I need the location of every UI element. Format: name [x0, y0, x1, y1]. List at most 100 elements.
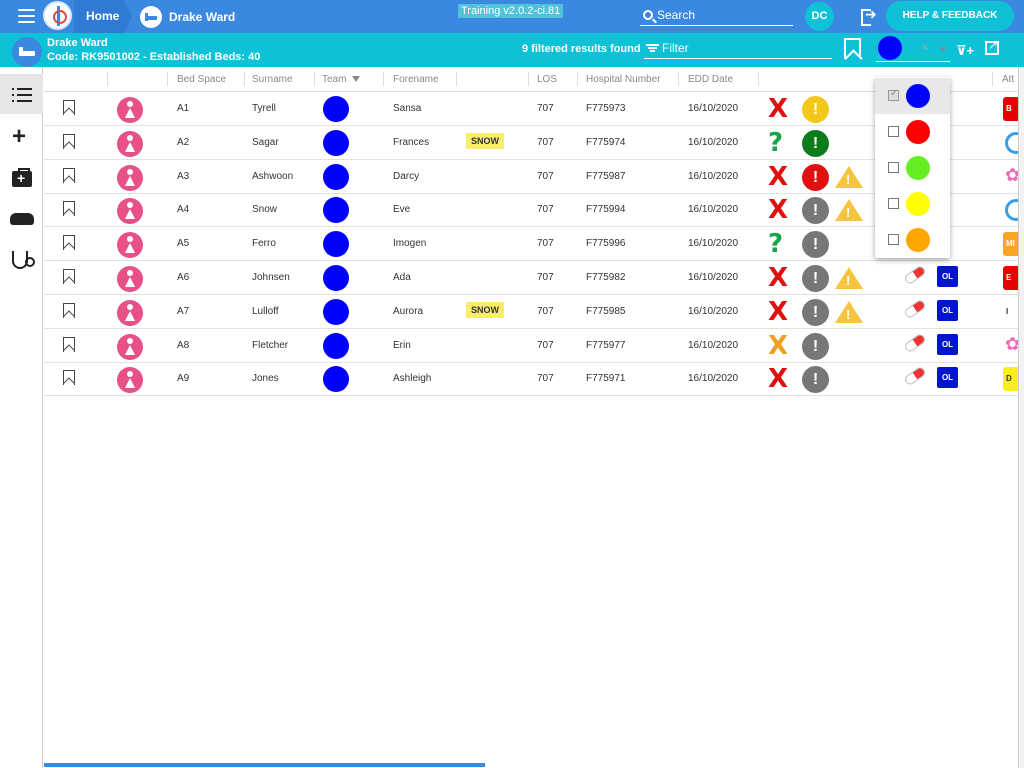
team-select[interactable]: × [876, 35, 950, 62]
col-team[interactable]: Team [322, 74, 361, 85]
col-attention[interactable]: Att [1002, 74, 1014, 85]
col-team-label: Team [322, 74, 347, 85]
medication-pill-icon[interactable] [903, 332, 927, 353]
checkbox[interactable] [888, 88, 899, 101]
status-mark-icon: X [768, 94, 789, 124]
ol-badge[interactable]: OL [937, 333, 958, 355]
bed-space: A2 [177, 136, 190, 148]
bookmark-icon[interactable] [63, 201, 75, 217]
team-option[interactable] [875, 114, 950, 150]
table-row[interactable]: A4 Snow Eve 707 F775994 16/10/2020 X!! [44, 193, 1024, 228]
edd-date: 16/10/2020 [688, 272, 739, 283]
ol-badge[interactable]: OL [937, 299, 958, 321]
user-avatar[interactable]: DC [805, 2, 834, 31]
side-navigation: + [0, 67, 43, 768]
nav-patient-list[interactable] [0, 74, 43, 114]
col-los[interactable]: LOS [537, 74, 557, 85]
filter-input[interactable]: Filter [644, 38, 832, 59]
add-filter-icon[interactable]: ⊽+ [956, 43, 978, 58]
alert-icon[interactable]: ! [802, 366, 829, 394]
bookmark-filter-icon[interactable] [844, 38, 861, 59]
forename: Eve [393, 204, 411, 216]
checkbox[interactable] [888, 198, 899, 209]
medication-pill-icon[interactable] [903, 298, 927, 320]
col-bed-space[interactable]: Bed Space [177, 74, 226, 85]
table-row[interactable]: A7 Lulloff Aurora SNOW 707 F775985 16/10/2020 X… [44, 295, 1020, 329]
open-external-icon[interactable] [985, 38, 999, 55]
edd-date: 16/10/2020 [688, 339, 739, 351]
alert-icon[interactable]: ! [802, 96, 829, 123]
bookmark-icon[interactable] [63, 235, 75, 251]
checkbox[interactable] [888, 126, 899, 137]
nav-handover[interactable] [0, 200, 43, 240]
table-row[interactable]: A2 Sagar Frances SNOW 707 F775974 16/10/2020?! [44, 126, 1024, 160]
help-feedback-button[interactable]: HELP & FEEDBACK [886, 1, 1014, 31]
patient-table: Bed Space Surname Team Forename LOS Hosp… [44, 67, 1024, 764]
search-input[interactable]: Search [640, 4, 793, 26]
column-divider [314, 72, 315, 86]
bed-icon [140, 5, 162, 28]
checkbox[interactable] [888, 234, 899, 245]
medication-pill-icon[interactable] [903, 365, 927, 387]
alert-icon[interactable]: ! [802, 129, 829, 157]
checkbox[interactable] [888, 162, 899, 173]
vertical-scrollbar[interactable] [1018, 67, 1024, 768]
warning-icon[interactable]: ! [835, 267, 863, 289]
female-patient-icon [117, 198, 143, 225]
hospital-number: F775994 [586, 204, 626, 216]
team-option[interactable] [875, 186, 950, 222]
bookmark-icon[interactable] [63, 336, 75, 352]
warning-icon[interactable]: ! [835, 300, 863, 323]
nav-add[interactable]: + [0, 117, 43, 157]
team-option[interactable] [875, 150, 950, 186]
bookmark-icon[interactable] [63, 133, 75, 149]
nav-clinical[interactable] [0, 241, 43, 281]
warning-glyph: ! [846, 306, 851, 322]
chevron-down-icon[interactable] [939, 47, 947, 51]
table-row[interactable]: A9 Jones Ashleigh 707 F775971 16/10/2020 X! OL D [44, 362, 1020, 397]
nav-medical-kit[interactable] [0, 159, 43, 199]
col-surname[interactable]: Surname [252, 74, 293, 85]
alert-icon[interactable]: ! [802, 265, 829, 292]
medication-pill-icon[interactable] [903, 264, 927, 286]
breadcrumb-home[interactable]: Home [74, 0, 132, 33]
team-option[interactable] [875, 222, 950, 258]
alert-icon[interactable]: ! [802, 298, 829, 326]
bookmark-icon[interactable] [63, 167, 75, 183]
surname: Tyrell [252, 103, 276, 114]
col-forename[interactable]: Forename [393, 74, 439, 85]
alert-icon[interactable]: ! [802, 231, 829, 259]
ol-badge[interactable]: OL [937, 266, 958, 287]
bookmark-icon[interactable] [63, 370, 75, 386]
clear-selection-icon[interactable]: × [922, 40, 929, 54]
bookmark-icon[interactable] [63, 269, 75, 284]
alert-icon[interactable]: ! [802, 197, 829, 225]
team-dot [323, 96, 349, 122]
warning-icon[interactable]: ! [835, 199, 863, 222]
table-row[interactable]: A1 Tyrell Sansa 707 F775973 16/10/2020 X! B [44, 92, 1020, 126]
table-row[interactable]: A3 Ashwoon Darcy 707 F775987 16/10/2020 X!! ✿ [44, 160, 1020, 194]
stethoscope-icon [12, 251, 35, 269]
column-divider [758, 72, 759, 86]
table-row[interactable]: A5 Ferro Imogen 707 F775996 16/10/2020?! MI [44, 227, 1020, 262]
col-hospital-number[interactable]: Hospital Number [586, 74, 660, 85]
alert-icon[interactable]: ! [802, 332, 829, 360]
breadcrumb-ward[interactable]: Drake Ward [140, 0, 235, 33]
warning-icon[interactable]: ! [835, 165, 863, 188]
los: 707 [537, 204, 554, 216]
alert-icon[interactable]: ! [802, 163, 829, 191]
hospital-number: F775985 [586, 305, 626, 317]
table-row[interactable]: A6 Johnsen Ada 707 F775982 16/10/2020 X!! OL E [44, 261, 1020, 295]
bookmark-icon[interactable] [63, 302, 75, 318]
ward-code: Code: RK9501002 - Established Beds: 40 [47, 51, 261, 63]
col-edd-date[interactable]: EDD Date [688, 74, 733, 85]
menu-icon[interactable] [18, 9, 35, 23]
team-dot [323, 332, 349, 359]
logout-icon[interactable] [861, 6, 879, 26]
ol-badge[interactable]: OL [937, 367, 958, 389]
table-row[interactable]: A8 Fletcher Erin 707 F775977 16/10/2020 X! OL ✿ [44, 329, 1020, 363]
filter-funnel-icon[interactable] [352, 76, 361, 82]
team-option[interactable] [875, 78, 950, 114]
bookmark-icon[interactable] [63, 100, 75, 115]
horizontal-scrollbar[interactable] [44, 763, 485, 767]
